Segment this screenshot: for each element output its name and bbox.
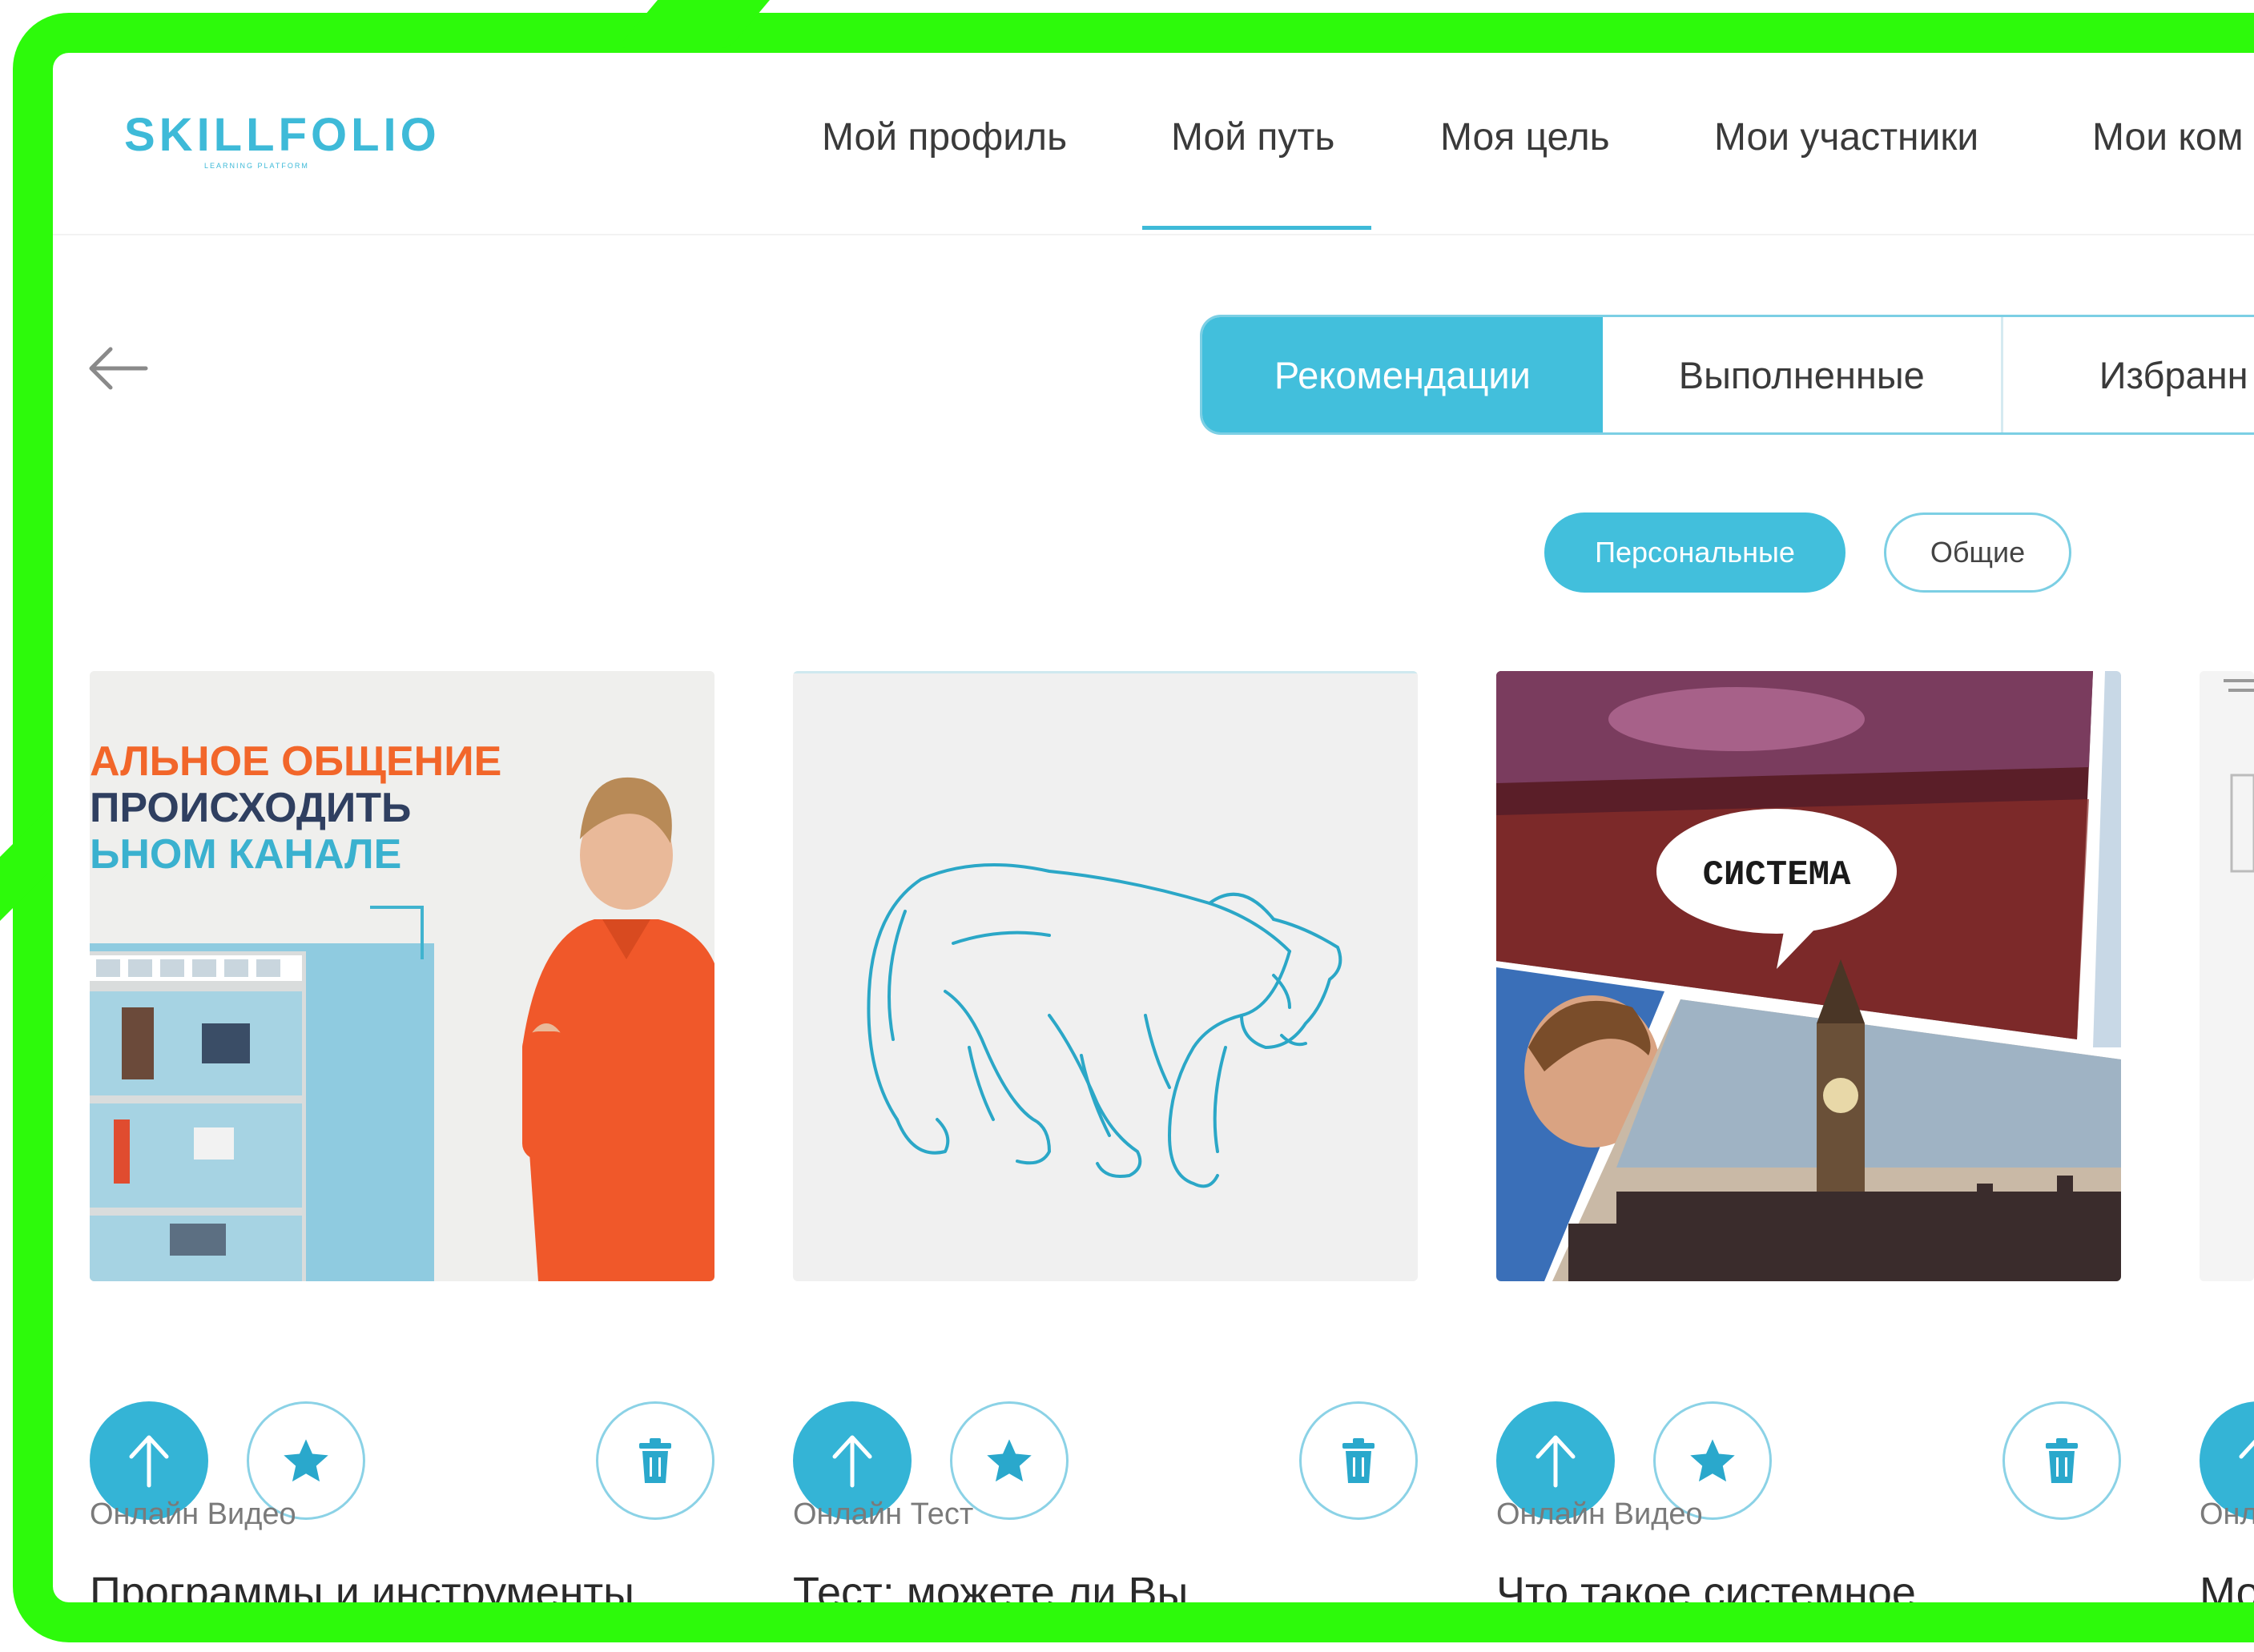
header-divider — [48, 234, 2254, 235]
card-title[interactable]: Мо — [2200, 1568, 2254, 1618]
card-thumbnail[interactable]: АЛЬНОЕ ОБЩЕНИЕ ПРОИСХОДИТЬ ЬНОМ КАНАЛЕ — [90, 671, 714, 1281]
nav-item-goal[interactable]: Моя цель — [1440, 112, 1610, 163]
delete-button[interactable] — [596, 1401, 714, 1520]
card-thumbnail[interactable]: СИСТЕМА — [1496, 671, 2121, 1281]
video-thumbnail-image: АЛЬНОЕ ОБЩЕНИЕ ПРОИСХОДИТЬ ЬНОМ КАНАЛЕ — [90, 671, 714, 1281]
arrow-up-icon — [129, 1435, 169, 1488]
star-icon — [1690, 1439, 1735, 1482]
thumb-headline-line3: ЬНОМ КАНАЛЕ — [90, 831, 401, 878]
card-thumbnail[interactable] — [793, 671, 1418, 1281]
tab-completed[interactable]: Выполненные — [1603, 317, 2003, 432]
thumb-bubble-text: СИСТЕМА — [1703, 855, 1851, 895]
test-thumbnail-image — [793, 671, 1418, 1188]
card-title[interactable]: Программы и инструменты — [90, 1568, 634, 1618]
card-title[interactable]: Тест: можете ли Вы — [793, 1568, 1188, 1618]
filter-common-button[interactable]: Общие — [1884, 512, 2071, 593]
trash-icon — [1342, 1438, 1375, 1483]
logo-text: SKILLFOLIO — [124, 109, 441, 161]
nav-item-profile[interactable]: Мой профиль — [822, 112, 1067, 163]
delete-button[interactable] — [2002, 1401, 2121, 1520]
arrow-up-icon — [2239, 1439, 2254, 1459]
card-title[interactable]: Что такое системное — [1496, 1568, 1916, 1618]
card-type-label: Онл — [2200, 1497, 2254, 1531]
thumbnail-image — [2200, 671, 2254, 1281]
course-card[interactable]: Онл Мо — [2200, 671, 2254, 1652]
arrow-left-icon — [89, 347, 148, 390]
logo-subtitle: LEARNING PLATFORM — [204, 162, 309, 170]
arrow-up-icon — [1536, 1435, 1576, 1488]
trash-icon — [2046, 1438, 2078, 1483]
thumb-headline-line2: ПРОИСХОДИТЬ — [90, 785, 411, 831]
arrow-up-icon — [832, 1435, 872, 1488]
tab-bar: Рекомендации Выполненные Избранн — [1200, 315, 2254, 435]
tab-favorites[interactable]: Избранн — [2003, 317, 2254, 432]
card-type-label: Онлайн Видео — [1496, 1497, 1703, 1531]
nav-item-participants[interactable]: Мои участники — [1714, 112, 1978, 163]
card-type-label: Онлайн Тест — [793, 1497, 974, 1531]
nav-item-path[interactable]: Мой путь — [1171, 112, 1334, 163]
nav-active-indicator — [1142, 226, 1371, 230]
filter-personal-button[interactable]: Персональные — [1544, 512, 1845, 593]
app-window: SKILLFOLIO LEARNING PLATFORM Мой профиль… — [0, 0, 2254, 1652]
card-type-label: Онлайн Видео — [90, 1497, 296, 1531]
star-icon — [987, 1439, 1032, 1482]
thumb-headline-line1: АЛЬНОЕ ОБЩЕНИЕ — [90, 738, 501, 785]
star-icon — [284, 1439, 328, 1482]
trash-icon — [639, 1438, 671, 1483]
nav-item-commands[interactable]: Мои ком — [2092, 112, 2244, 163]
collage-thumbnail-image: СИСТЕМА — [1496, 671, 2121, 1281]
tab-recommendations[interactable]: Рекомендации — [1202, 317, 1603, 432]
delete-button[interactable] — [1299, 1401, 1418, 1520]
logo[interactable]: SKILLFOLIO LEARNING PLATFORM — [124, 109, 441, 171]
back-button[interactable] — [87, 336, 151, 400]
card-thumbnail[interactable] — [2200, 671, 2254, 1281]
